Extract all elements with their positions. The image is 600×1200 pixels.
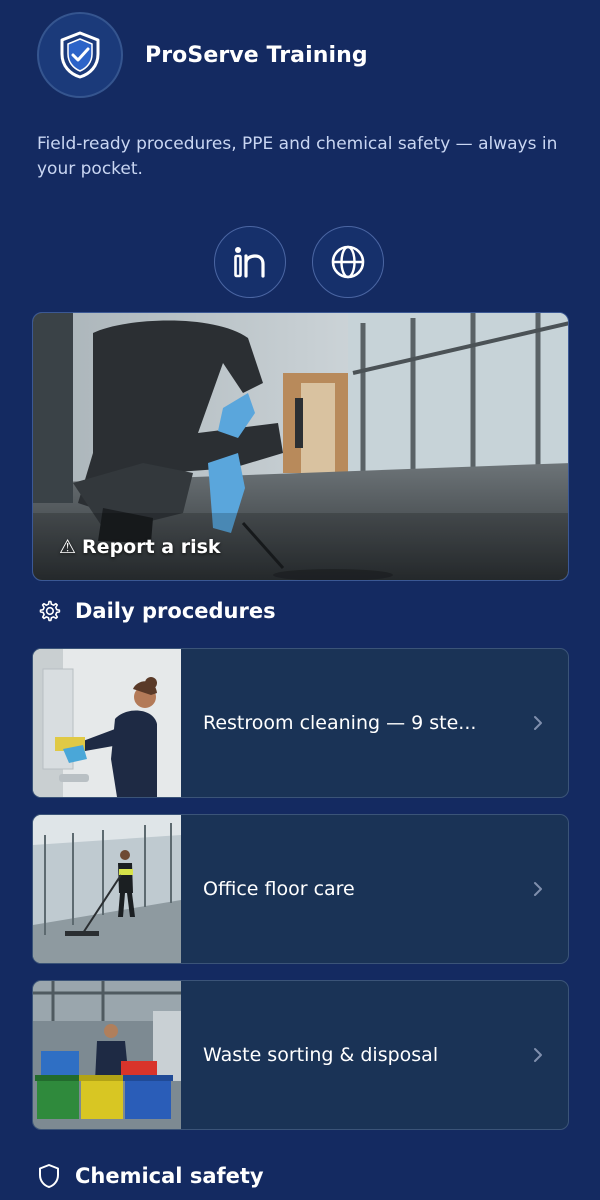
- shield-check-icon: [60, 31, 100, 79]
- waste-sorting-thumbnail: [33, 981, 181, 1129]
- procedure-label: Office floor care: [203, 878, 355, 900]
- procedure-card-waste[interactable]: Waste sorting & disposal: [32, 980, 569, 1130]
- daily-procedures-heading: Daily procedures: [37, 599, 276, 623]
- chemical-safety-heading: Chemical safety: [37, 1163, 264, 1189]
- gear-icon: [39, 600, 61, 622]
- social-links: [214, 226, 384, 298]
- restroom-thumbnail: [33, 649, 181, 797]
- floor-care-thumbnail: [33, 815, 181, 963]
- chemical-safety-title: Chemical safety: [75, 1164, 264, 1188]
- report-risk-text: Report a risk: [82, 536, 221, 558]
- app-title: ProServe Training: [145, 42, 368, 68]
- procedure-label: Restroom cleaning — 9 ste...: [203, 712, 477, 734]
- procedure-card-restroom[interactable]: Restroom cleaning — 9 ste...: [32, 648, 569, 798]
- app-logo[interactable]: [37, 12, 123, 98]
- procedure-label: Waste sorting & disposal: [203, 1044, 439, 1066]
- report-risk-label: ⚠ Report a risk: [59, 536, 221, 558]
- linkedin-icon: [234, 247, 265, 278]
- shield-icon: [39, 1164, 59, 1188]
- app-header: ProServe Training: [37, 12, 368, 98]
- report-risk-card[interactable]: ⚠ Report a risk: [32, 312, 569, 581]
- website-button[interactable]: [312, 226, 384, 298]
- warning-icon: ⚠: [59, 536, 77, 558]
- chevron-right-icon: [534, 716, 542, 730]
- app-tagline: Field-ready procedures, PPE and chemical…: [37, 134, 558, 179]
- chevron-right-icon: [534, 1048, 542, 1062]
- globe-icon: [331, 245, 365, 279]
- chevron-right-icon: [534, 882, 542, 896]
- linkedin-button[interactable]: [214, 226, 286, 298]
- procedure-card-floor[interactable]: Office floor care: [32, 814, 569, 964]
- daily-procedures-title: Daily procedures: [75, 599, 276, 623]
